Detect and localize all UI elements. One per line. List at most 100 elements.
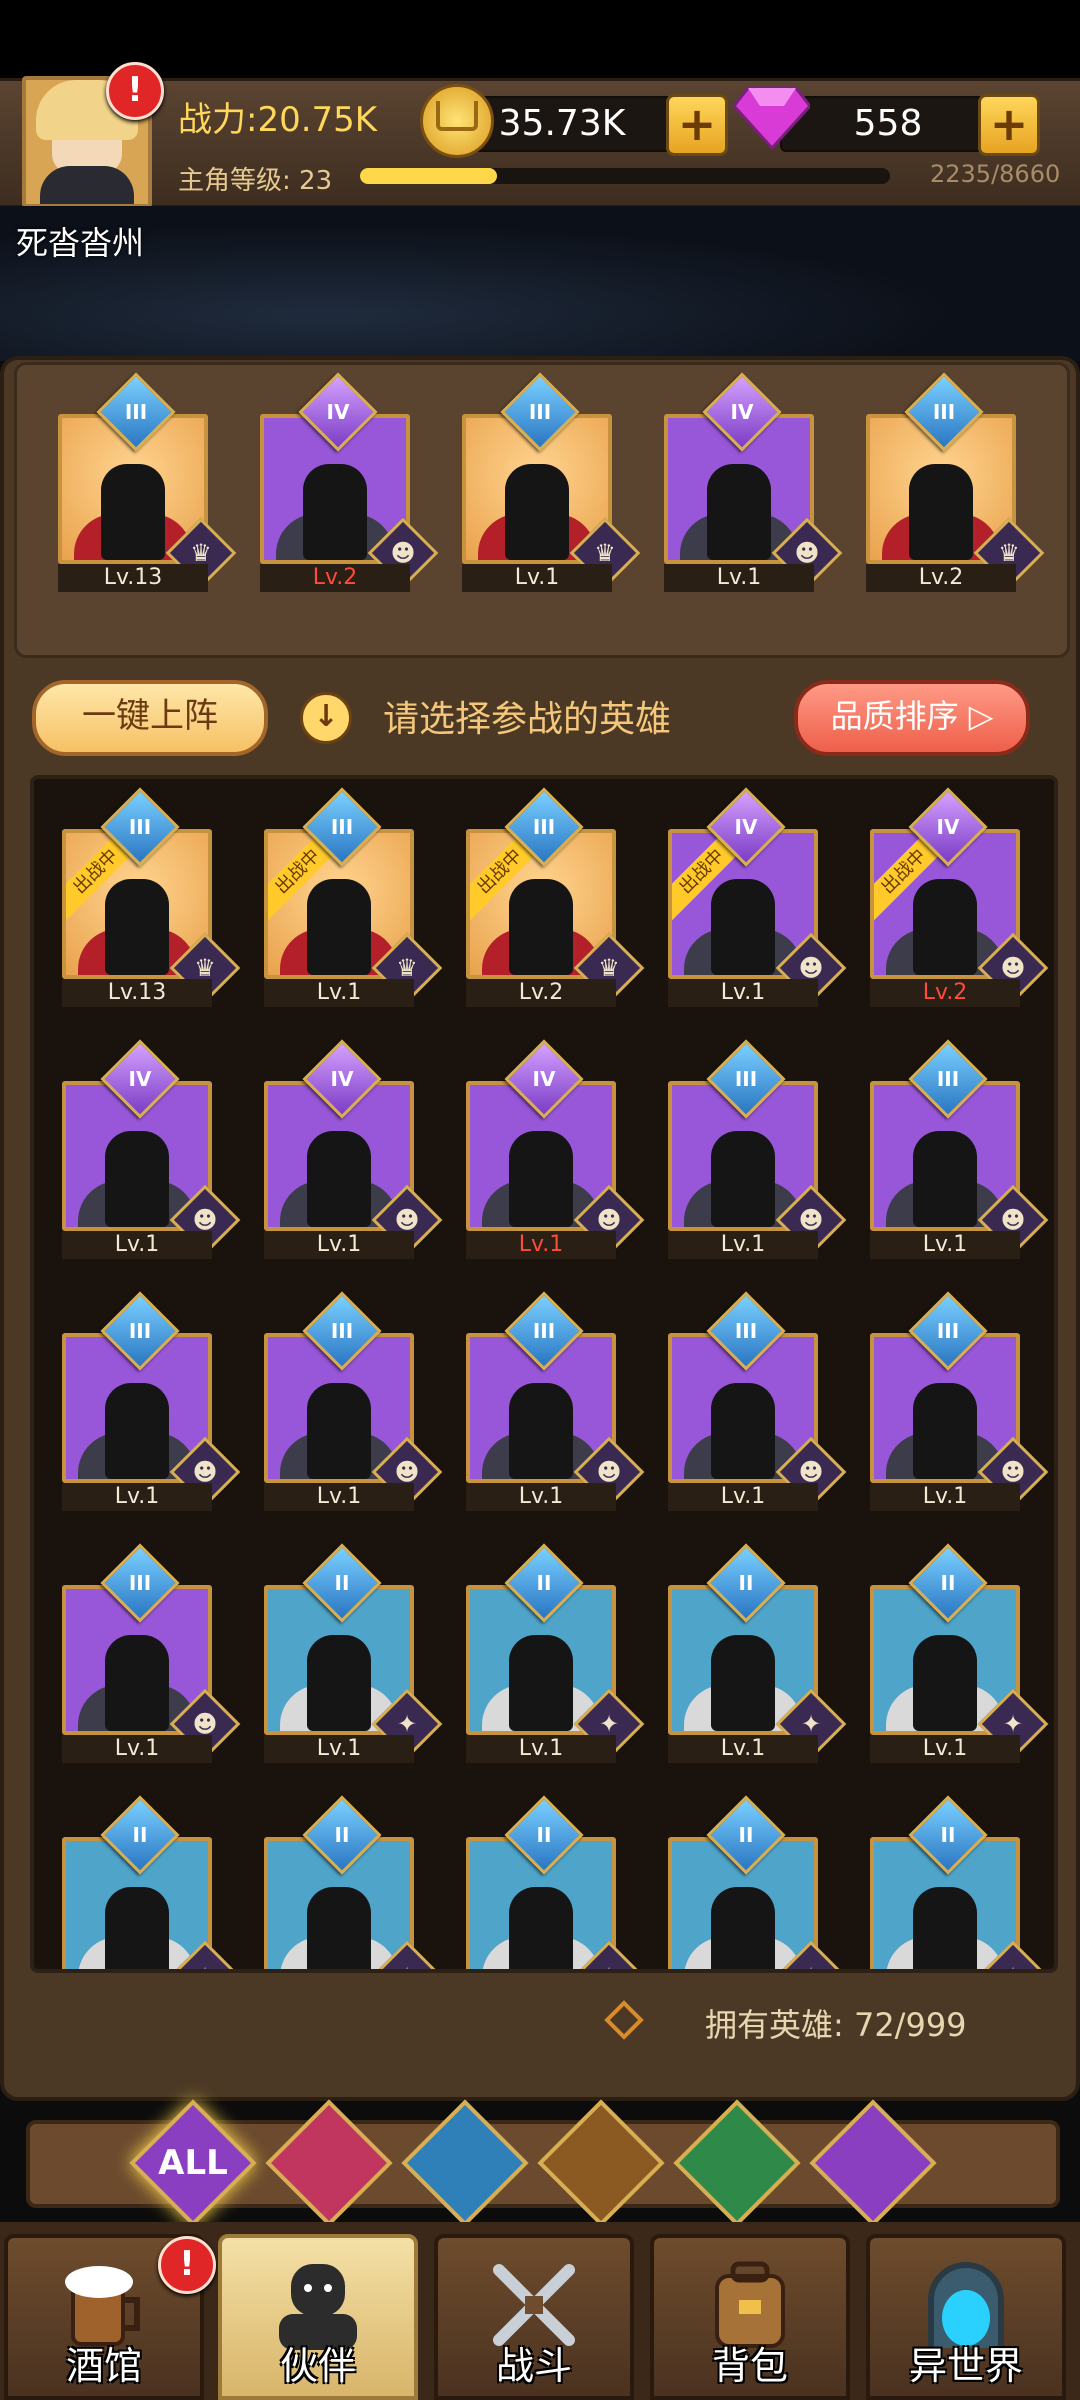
roster-hero-card[interactable]: III ☻ Lv.1 bbox=[62, 1543, 241, 1775]
hero-roster-grid[interactable]: 出战中 III ♛ Lv.13 出战中 III ♛ Lv.1 出战中 III ♛… bbox=[30, 775, 1058, 1973]
xp-bar-fill bbox=[360, 168, 497, 184]
hero-level-label: Lv.1 bbox=[466, 1483, 616, 1511]
roster-hero-card[interactable]: III ☻ Lv.1 bbox=[62, 1291, 241, 1523]
team-slot[interactable]: III ♛ Lv.13 bbox=[58, 372, 237, 604]
hero-level-label: Lv.1 bbox=[62, 1483, 212, 1511]
down-arrow-icon: ↓ bbox=[300, 692, 352, 744]
nav-alert-badge: ! bbox=[158, 2236, 216, 2294]
roster-hero-card[interactable]: 出战中 IV ☻ Lv.1 bbox=[668, 787, 847, 1019]
roster-hero-card[interactable]: II ✦ Lv.1 bbox=[870, 1543, 1049, 1775]
hero-silhouette bbox=[307, 1887, 371, 1969]
hero-level-label: Lv.1 bbox=[264, 979, 414, 1007]
nav-crossed-swords[interactable]: 战斗 bbox=[434, 2234, 634, 2400]
hero-silhouette bbox=[711, 1887, 775, 1969]
hero-silhouette bbox=[105, 1131, 169, 1227]
tier-numeral: IV bbox=[532, 1067, 556, 1091]
hero-level-label: Lv.1 bbox=[668, 1231, 818, 1259]
roster-hero-card[interactable]: III ☻ Lv.1 bbox=[466, 1291, 645, 1523]
roster-hero-card[interactable]: 出战中 III ♛ Lv.13 bbox=[62, 787, 241, 1019]
hero-level-label: Lv.1 bbox=[264, 1483, 414, 1511]
hero-silhouette bbox=[711, 1131, 775, 1227]
roster-hero-card[interactable]: IV ☻ Lv.1 bbox=[62, 1039, 241, 1271]
roster-hero-card[interactable]: II ✦ Lv.1 bbox=[668, 1543, 847, 1775]
auto-deploy-button[interactable]: 一键上阵 bbox=[32, 680, 268, 756]
roster-hero-card[interactable]: 出战中 IV ☻ Lv.2 bbox=[870, 787, 1049, 1019]
hero-level-label: Lv.2 bbox=[866, 564, 1016, 592]
roster-hero-card[interactable]: II ✦ bbox=[870, 1795, 1049, 1969]
tier-numeral: III bbox=[734, 1067, 758, 1091]
filter-label bbox=[696, 2122, 778, 2204]
status-bar bbox=[0, 0, 1080, 78]
tier-numeral: II bbox=[940, 1823, 956, 1847]
hero-level: 主角等级: 23 bbox=[178, 166, 333, 196]
add-gold-button[interactable]: + bbox=[666, 94, 728, 156]
filter-label bbox=[288, 2122, 370, 2204]
roster-hero-card[interactable]: 出战中 III ♛ Lv.1 bbox=[264, 787, 443, 1019]
hero-level-label: Lv.1 bbox=[668, 1483, 818, 1511]
tier-numeral: IV bbox=[330, 1067, 354, 1091]
roster-hero-card[interactable]: II ✦ bbox=[264, 1795, 443, 1969]
combat-power: 战力:20.75K bbox=[178, 100, 378, 140]
nav-backpack[interactable]: 背包 bbox=[650, 2234, 850, 2400]
hero-silhouette bbox=[105, 1635, 169, 1731]
hero-silhouette bbox=[913, 1383, 977, 1479]
team-slot[interactable]: III ♛ Lv.2 bbox=[866, 372, 1045, 604]
tier-numeral: II bbox=[536, 1823, 552, 1847]
roster-hero-card[interactable]: II ✦ bbox=[668, 1795, 847, 1969]
hero-silhouette bbox=[711, 1635, 775, 1731]
gem-amount: 558 bbox=[853, 103, 923, 144]
hero-silhouette bbox=[909, 464, 973, 560]
hero-level-label: Lv.2 bbox=[870, 979, 1020, 1007]
team-slot[interactable]: III ♛ Lv.1 bbox=[462, 372, 641, 604]
roster-hero-card[interactable]: II ✦ Lv.1 bbox=[264, 1543, 443, 1775]
tier-numeral: III bbox=[330, 1319, 354, 1343]
hero-level-label: Lv.1 bbox=[664, 564, 814, 592]
add-gems-button[interactable]: + bbox=[978, 94, 1040, 156]
roster-hero-card[interactable]: II ✦ bbox=[466, 1795, 645, 1969]
hero-level-label: Lv.1 bbox=[264, 1231, 414, 1259]
hero-level-label: Lv.1 bbox=[870, 1483, 1020, 1511]
hero-level-label: Lv.1 bbox=[462, 564, 612, 592]
team-slot[interactable]: IV ☻ Lv.2 bbox=[260, 372, 439, 604]
roster-hero-card[interactable]: II ✦ bbox=[62, 1795, 241, 1969]
tier-numeral: III bbox=[128, 1319, 152, 1343]
avatar-body bbox=[40, 166, 134, 204]
hero-level-label: Lv.1 bbox=[62, 1231, 212, 1259]
roster-hero-card[interactable]: III ☻ Lv.1 bbox=[668, 1039, 847, 1271]
hero-level-label: Lv.1 bbox=[264, 1735, 414, 1763]
tier-numeral: II bbox=[334, 1823, 350, 1847]
hero-level-label: Lv.1 bbox=[466, 1231, 616, 1259]
roster-hero-card[interactable]: III ☻ Lv.1 bbox=[870, 1291, 1049, 1523]
team-slot[interactable]: IV ☻ Lv.1 bbox=[664, 372, 843, 604]
gem-box: 558 bbox=[780, 96, 996, 152]
hero-silhouette bbox=[101, 464, 165, 560]
roster-hero-card[interactable]: 出战中 III ♛ Lv.2 bbox=[466, 787, 645, 1019]
hero-silhouette bbox=[105, 1383, 169, 1479]
gold-coin-icon bbox=[420, 84, 494, 158]
hero-silhouette bbox=[509, 879, 573, 975]
hero-level-label: Lv.2 bbox=[466, 979, 616, 1007]
tier-numeral: II bbox=[132, 1823, 148, 1847]
roster-hero-card[interactable]: II ✦ Lv.1 bbox=[466, 1543, 645, 1775]
sort-by-quality-button[interactable]: 品质排序 ▷ bbox=[794, 680, 1030, 756]
nav-portal[interactable]: 异世界 bbox=[866, 2234, 1066, 2400]
nav-label: 背包 bbox=[711, 2344, 788, 2388]
tier-numeral: III bbox=[932, 400, 956, 424]
roster-hero-card[interactable]: III ☻ Lv.1 bbox=[870, 1039, 1049, 1271]
hero-silhouette bbox=[913, 1131, 977, 1227]
hero-silhouette bbox=[303, 464, 367, 560]
hero-silhouette bbox=[509, 1383, 573, 1479]
hero-silhouette bbox=[307, 879, 371, 975]
roster-hero-card[interactable]: III ☻ Lv.1 bbox=[668, 1291, 847, 1523]
roster-hero-card[interactable]: IV ☻ Lv.1 bbox=[264, 1039, 443, 1271]
filter-label: ALL bbox=[158, 2143, 228, 2183]
tier-numeral: II bbox=[536, 1571, 552, 1595]
avatar-alert-badge: ! bbox=[106, 62, 164, 120]
nav-partner[interactable]: 伙伴 bbox=[218, 2234, 418, 2400]
hero-level-label: Lv.1 bbox=[466, 1735, 616, 1763]
roster-hero-card[interactable]: IV ☻ Lv.1 bbox=[466, 1039, 645, 1271]
tier-numeral: IV bbox=[128, 1067, 152, 1091]
xp-text: 2235/8660 bbox=[930, 160, 1061, 188]
roster-hero-card[interactable]: III ☻ Lv.1 bbox=[264, 1291, 443, 1523]
filter-label bbox=[832, 2122, 914, 2204]
